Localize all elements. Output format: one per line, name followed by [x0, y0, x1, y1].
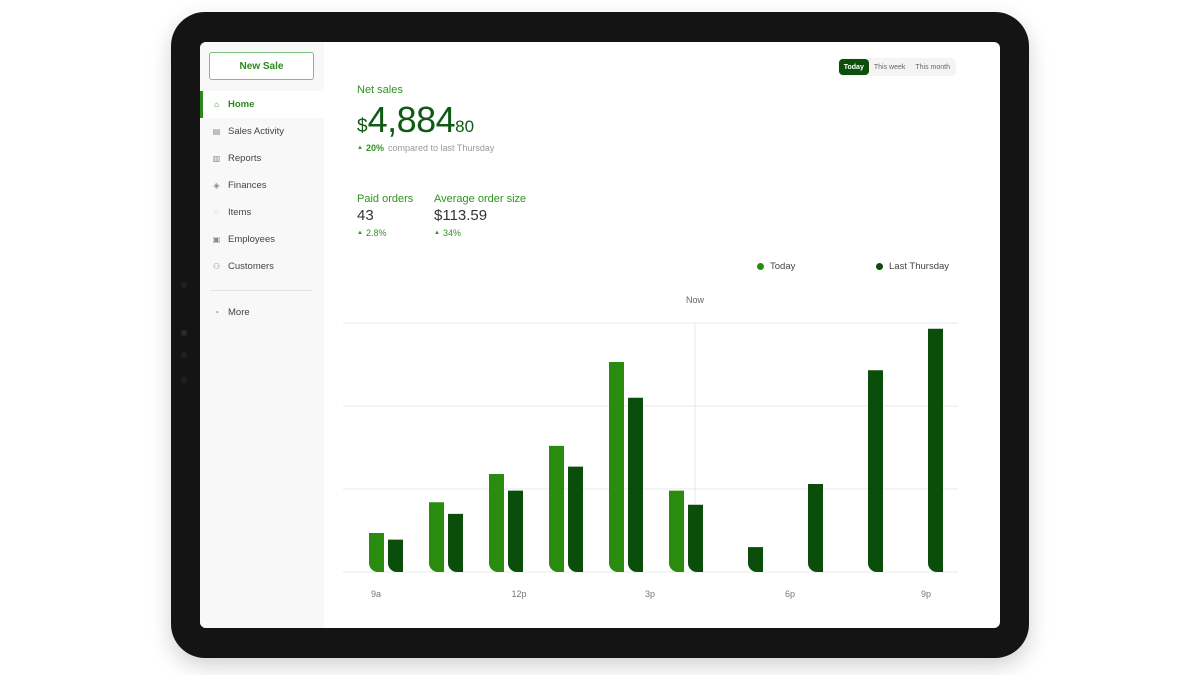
- sidebar-divider: [210, 290, 312, 291]
- paid-orders-label: Paid orders: [357, 193, 414, 205]
- legend-item-today: Today: [757, 261, 795, 272]
- camera-icon: [181, 330, 187, 336]
- app-screen: New Sale ⌂ Home ▤ Sales Activity ▥ Reports …: [200, 42, 1000, 628]
- tab-today[interactable]: Today: [838, 59, 869, 75]
- average-order-size-delta: ▲ 34%: [434, 228, 526, 238]
- up-arrow-icon: ▲: [357, 230, 363, 236]
- sidebar-item-more[interactable]: ◔ More: [200, 299, 324, 326]
- sensor-dot: [181, 282, 187, 288]
- net-sales-whole: 4,884: [367, 99, 456, 140]
- sensor-dot: [181, 352, 187, 358]
- sidebar-item-label: Finances: [228, 180, 267, 191]
- customers-icon: ⚇: [212, 262, 221, 271]
- net-sales-label: Net sales: [357, 84, 403, 96]
- sidebar-item-label: More: [228, 307, 250, 318]
- sidebar-nav: ⌂ Home ▤ Sales Activity ▥ Reports ◈ Finances…: [200, 91, 324, 326]
- legend-dot-icon: [757, 263, 764, 270]
- dashboard-main: Today This week This month Net sales $ 4…: [324, 42, 1000, 628]
- tab-this-week[interactable]: This week: [869, 59, 911, 75]
- average-order-size-label: Average order size: [434, 193, 527, 205]
- new-sale-button[interactable]: New Sale: [209, 52, 314, 80]
- tag-icon: ◌: [214, 208, 219, 217]
- sidebar-item-customers[interactable]: ⚇ Customers: [200, 253, 324, 280]
- net-sales-cents: 80: [455, 117, 475, 136]
- paid-orders-value: 43: [357, 207, 374, 224]
- legend-dot-icon: [876, 263, 883, 270]
- sidebar-item-label: Home: [228, 99, 255, 110]
- up-arrow-icon: ▲: [434, 230, 440, 236]
- receipt-icon: ▤: [212, 127, 221, 136]
- average-order-size-kpi: Average order size $113.59 ▲ 34%: [434, 193, 526, 238]
- reports-icon: ▥: [212, 154, 221, 163]
- average-order-size-value: $113.59: [434, 207, 488, 224]
- delta-percent: 34%: [442, 228, 461, 238]
- sidebar-item-finances[interactable]: ◈ Finances: [200, 172, 324, 199]
- delta-caption: compared to last Thursday: [387, 143, 495, 153]
- net-sales-delta: ▲ 20% compared to last Thursday: [357, 143, 494, 153]
- legend-label: Today: [770, 261, 796, 272]
- legend-item-last-thursday: Last Thursday: [876, 261, 949, 272]
- sidebar-item-label: Reports: [228, 153, 262, 164]
- sensor-dot: [181, 377, 187, 383]
- more-icon: ◔: [214, 308, 219, 317]
- sidebar-item-sales-activity[interactable]: ▤ Sales Activity: [200, 118, 324, 145]
- delta-percent: 20%: [365, 143, 384, 153]
- paid-orders-delta: ▲ 2.8%: [357, 228, 413, 238]
- paid-orders-kpi: Paid orders 43 ▲ 2.8%: [357, 193, 413, 238]
- sidebar-item-items[interactable]: ◌ Items: [200, 199, 324, 226]
- legend-label: Last Thursday: [889, 261, 950, 272]
- sidebar-item-employees[interactable]: ▣ Employees: [200, 226, 324, 253]
- sidebar-item-label: Employees: [228, 234, 275, 245]
- sidebar-item-label: Customers: [228, 261, 274, 272]
- up-arrow-icon: ▲: [357, 145, 363, 151]
- sidebar-item-reports[interactable]: ▥ Reports: [200, 145, 324, 172]
- date-range-selector: Today This week This month: [837, 58, 956, 76]
- delta-percent: 2.8%: [365, 228, 387, 238]
- sidebar: New Sale ⌂ Home ▤ Sales Activity ▥ Reports …: [200, 42, 324, 628]
- home-icon: ⌂: [214, 100, 219, 109]
- currency-symbol: $: [357, 116, 368, 137]
- tab-this-month[interactable]: This month: [910, 59, 955, 75]
- sidebar-item-label: Items: [228, 207, 252, 218]
- sidebar-item-label: Sales Activity: [228, 126, 284, 137]
- employees-icon: ▣: [212, 235, 221, 244]
- finances-icon: ◈: [213, 181, 220, 190]
- net-sales-value: $ 4,884 80: [357, 102, 474, 138]
- sidebar-item-home[interactable]: ⌂ Home: [200, 91, 324, 118]
